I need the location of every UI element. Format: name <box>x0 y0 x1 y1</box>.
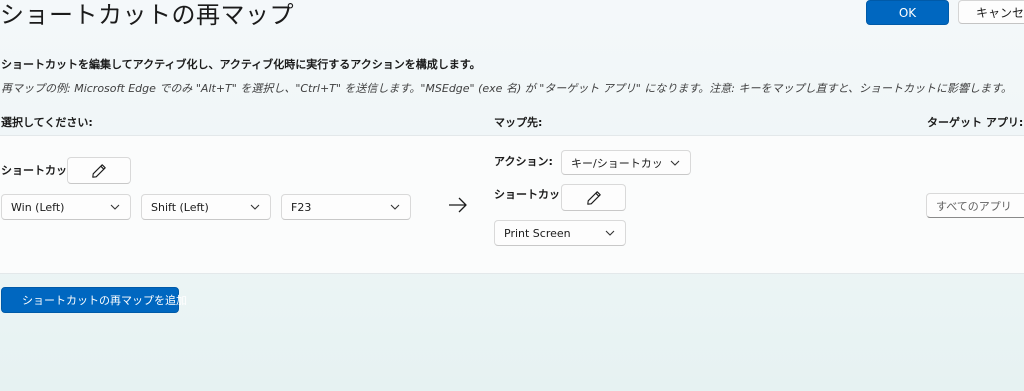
description-text: ショートカットを編集してアクティブ化し、アクティブ化時に実行するアクションを構成… <box>1 58 481 71</box>
target-app-input[interactable]: すべてのアプリ <box>926 193 1024 218</box>
chevron-down-icon <box>110 204 120 210</box>
page-title: ショートカットの再マップ <box>0 1 294 29</box>
action-dropdown[interactable]: キー/ショートカットの送信 <box>561 150 691 175</box>
dropdown-value: キー/ショートカットの送信 <box>571 156 664 170</box>
dropdown-value: Shift (Left) <box>151 200 209 214</box>
target-app-placeholder: すべてのアプリ <box>936 199 1012 213</box>
action-label: アクション: <box>494 155 553 168</box>
destination-key-dropdown[interactable]: Print Screen <box>494 220 626 246</box>
dropdown-value: Print Screen <box>504 226 571 240</box>
chevron-down-icon <box>390 204 400 210</box>
pencil-icon <box>586 190 601 205</box>
source-key-dropdown-2[interactable]: Shift (Left) <box>141 194 271 220</box>
chevron-down-icon <box>670 160 680 166</box>
ok-button[interactable]: OK <box>866 0 949 25</box>
add-shortcut-remap-button[interactable]: ショートカットの再マップを追加 <box>1 287 187 313</box>
column-header-target-app: ターゲット アプリ: <box>927 116 1024 129</box>
dropdown-value: Win (Left) <box>11 200 65 214</box>
add-button-label: ショートカットの再マップを追加 <box>22 294 187 307</box>
cancel-button[interactable]: キャンセル <box>958 0 1024 24</box>
chevron-down-icon <box>250 204 260 210</box>
column-header-map-to: マップ先: <box>494 116 543 129</box>
example-text: 再マップの例: Microsoft Edge でのみ "Alt+T" を選択し、… <box>1 82 1012 95</box>
chevron-down-icon <box>605 230 615 236</box>
edit-destination-shortcut-button[interactable] <box>561 184 626 211</box>
source-key-dropdown-3[interactable]: F23 <box>281 194 411 220</box>
edit-source-shortcut-button[interactable] <box>67 157 131 184</box>
dropdown-value: F23 <box>291 200 312 214</box>
pencil-icon <box>92 163 106 178</box>
arrow-right-icon <box>449 197 467 213</box>
source-key-dropdown-1[interactable]: Win (Left) <box>1 194 131 220</box>
column-header-select: 選択してください: <box>1 116 93 129</box>
